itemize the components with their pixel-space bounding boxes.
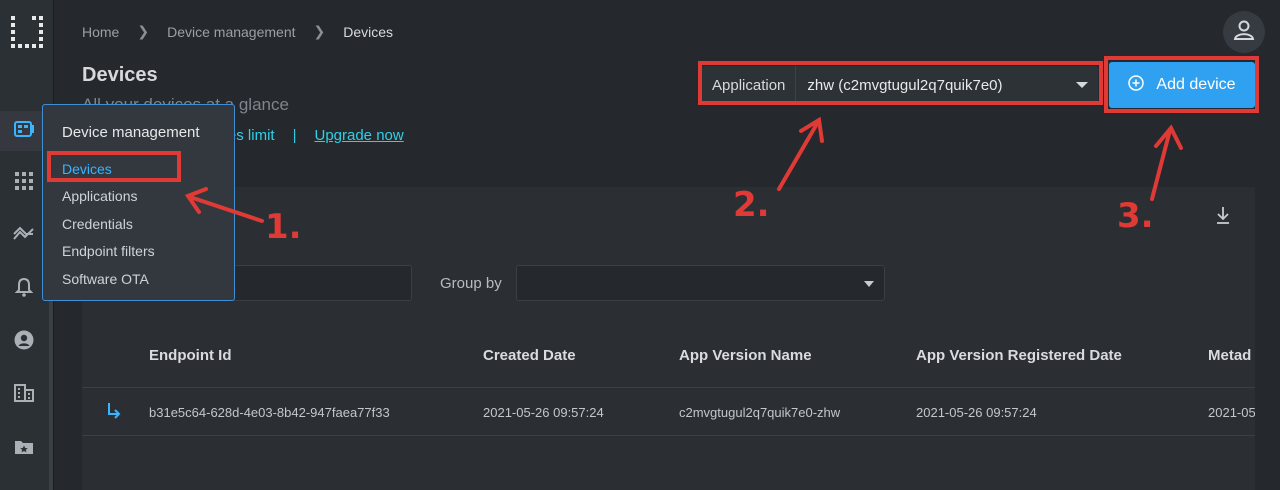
annotation-step-2: 2. [733, 185, 770, 225]
annotation-step-3: 3. [1117, 196, 1154, 236]
annotation-step-1: 1. [265, 207, 302, 247]
annotation-arrows [184, 116, 1183, 223]
